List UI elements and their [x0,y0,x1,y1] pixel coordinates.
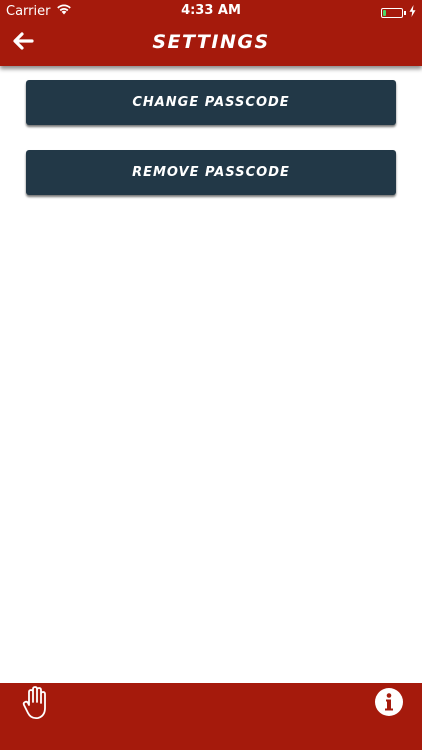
bottom-bar [0,683,422,750]
status-bar: Carrier 4:33 AM [0,0,422,22]
battery-nub [404,11,406,15]
battery-group [381,5,416,21]
battery-fill [383,10,386,16]
page-title: SETTINGS [152,31,270,53]
remove-passcode-button[interactable]: REMOVE PASSCODE [26,150,396,195]
app-header: Carrier 4:33 AM SETTINGS [0,0,422,66]
status-time: 4:33 AM [181,3,241,18]
info-button[interactable] [374,687,404,717]
hand-button[interactable] [18,685,52,721]
charging-bolt-icon [409,5,416,21]
hand-icon [18,686,52,725]
info-icon [374,688,404,721]
nav-bar: SETTINGS [0,22,422,66]
battery-icon [381,8,403,18]
change-passcode-button[interactable]: CHANGE PASSCODE [26,80,396,125]
